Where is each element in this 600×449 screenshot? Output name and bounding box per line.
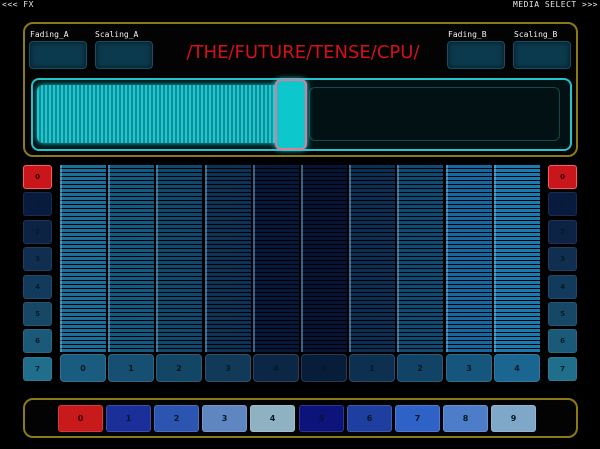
preset-button-2[interactable]: 2 bbox=[154, 405, 199, 432]
preset-button-4[interactable]: 4 bbox=[250, 405, 295, 432]
channel-select-button-1[interactable]: 1 bbox=[108, 354, 154, 382]
channel-fader-0[interactable] bbox=[60, 165, 106, 352]
left-bank-button-4[interactable]: 4 bbox=[23, 275, 52, 299]
top-panel: Fading_A Scaling_A /THE/FUTURE/TENSE/CPU… bbox=[23, 22, 578, 157]
fading-a-button[interactable] bbox=[29, 41, 87, 69]
channel-fader-7[interactable] bbox=[397, 165, 443, 352]
preset-button-7[interactable]: 7 bbox=[395, 405, 440, 432]
left-bank-button-5[interactable]: 5 bbox=[23, 302, 52, 326]
right-bank-button-6[interactable]: 6 bbox=[548, 329, 577, 353]
left-bank-button-0[interactable]: 0 bbox=[23, 165, 52, 189]
channel-fader-8[interactable] bbox=[446, 165, 492, 352]
preset-button-9[interactable]: 9 bbox=[491, 405, 536, 432]
preset-button-5[interactable]: 5 bbox=[299, 405, 344, 432]
scaling-a-button[interactable] bbox=[95, 41, 153, 69]
channel-select-button-6[interactable]: 1 bbox=[349, 354, 395, 382]
channel-select-button-4[interactable]: 4 bbox=[253, 354, 299, 382]
channel-select-button-0[interactable]: 0 bbox=[60, 354, 106, 382]
right-bank-button-0[interactable]: 0 bbox=[548, 165, 577, 189]
right-bank-button-1[interactable]: 1 bbox=[548, 192, 577, 216]
left-bank-button-3[interactable]: 3 bbox=[23, 247, 52, 271]
crossfader-slider[interactable] bbox=[31, 78, 572, 151]
channel-select-button-2[interactable]: 2 bbox=[156, 354, 202, 382]
preset-button-3[interactable]: 3 bbox=[202, 405, 247, 432]
right-bank-button-5[interactable]: 5 bbox=[548, 302, 577, 326]
right-bank-button-4[interactable]: 4 bbox=[548, 275, 577, 299]
channel-fader-3[interactable] bbox=[205, 165, 251, 352]
page-title: /THE/FUTURE/TENSE/CPU/ bbox=[186, 42, 420, 63]
right-bank-button-7[interactable]: 7 bbox=[548, 357, 577, 381]
channel-select-button-5[interactable]: 0 bbox=[301, 354, 347, 382]
crossfader-handle[interactable] bbox=[275, 79, 307, 150]
left-bank-button-7[interactable]: 7 bbox=[23, 357, 52, 381]
preset-button-0[interactable]: 0 bbox=[58, 405, 103, 432]
crossfader-fill bbox=[37, 85, 287, 143]
right-bank-button-2[interactable]: 2 bbox=[548, 220, 577, 244]
fx-nav-link[interactable]: <<< FX bbox=[2, 0, 34, 9]
channel-fader-6[interactable] bbox=[349, 165, 395, 352]
preset-button-1[interactable]: 1 bbox=[106, 405, 151, 432]
fading-a-label: Fading_A bbox=[30, 30, 69, 39]
channel-fader-2[interactable] bbox=[156, 165, 202, 352]
channel-select-button-8[interactable]: 3 bbox=[446, 354, 492, 382]
channel-select-button-7[interactable]: 2 bbox=[397, 354, 443, 382]
scaling-b-button[interactable] bbox=[513, 41, 571, 69]
right-bank-button-3[interactable]: 3 bbox=[548, 247, 577, 271]
channel-select-button-3[interactable]: 3 bbox=[205, 354, 251, 382]
preset-button-8[interactable]: 8 bbox=[443, 405, 488, 432]
crossfader-track bbox=[309, 87, 560, 141]
scaling-b-label: Scaling_B bbox=[514, 30, 558, 39]
left-bank-button-1[interactable]: 1 bbox=[23, 192, 52, 216]
channel-select-button-9[interactable]: 4 bbox=[494, 354, 540, 382]
left-bank-button-2[interactable]: 2 bbox=[23, 220, 52, 244]
channel-fader-4[interactable] bbox=[253, 165, 299, 352]
channel-fader-9[interactable] bbox=[494, 165, 540, 352]
left-bank-button-6[interactable]: 6 bbox=[23, 329, 52, 353]
preset-button-6[interactable]: 6 bbox=[347, 405, 392, 432]
channel-fader-5[interactable] bbox=[301, 165, 347, 352]
scaling-a-label: Scaling_A bbox=[95, 30, 139, 39]
fading-b-label: Fading_B bbox=[448, 30, 487, 39]
preset-bar: 0123456789 bbox=[23, 398, 578, 438]
channel-fader-1[interactable] bbox=[108, 165, 154, 352]
fading-b-button[interactable] bbox=[447, 41, 505, 69]
media-select-nav-link[interactable]: MEDIA SELECT >>> bbox=[513, 0, 598, 9]
